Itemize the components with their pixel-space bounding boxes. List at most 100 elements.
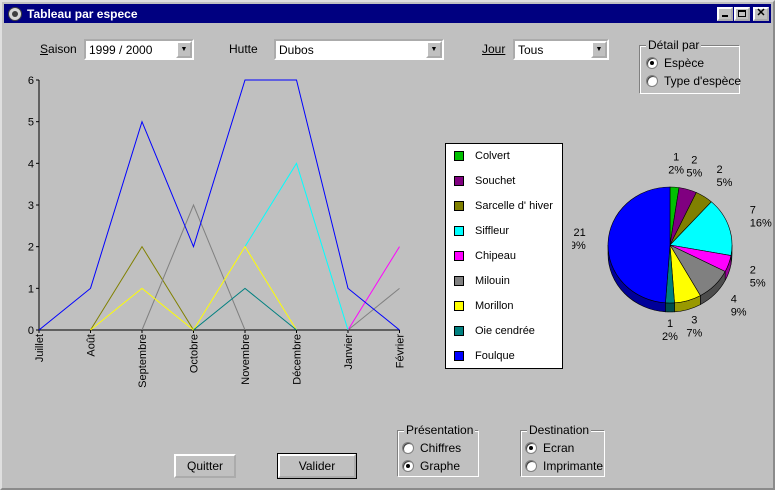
jour-select[interactable]: Tous ▼ (513, 39, 609, 60)
destination-title: Destination (527, 423, 592, 437)
legend-label: Oie cendrée (475, 325, 535, 337)
pie-value-label: 1 (667, 318, 673, 330)
legend-swatch (454, 251, 464, 261)
y-tick-label: 6 (28, 75, 34, 87)
maximize-button[interactable] (734, 6, 750, 21)
radio-dot[interactable] (525, 442, 537, 454)
window-title: Tableau par espece (27, 6, 138, 21)
radio-dot[interactable] (646, 57, 658, 69)
legend-swatch (454, 151, 464, 161)
legend-item: Souchet (454, 175, 515, 187)
minimize-button[interactable] (717, 6, 733, 21)
pie-percent-label: 5% (717, 177, 733, 189)
pie-percent-label: 7% (686, 328, 702, 340)
presentation-group: Présentation Chiffres Graphe (397, 423, 479, 477)
series-line-chipeau (347, 246, 400, 331)
radio-imprimante[interactable]: Imprimante (525, 459, 603, 473)
pie-percent-label: 5% (750, 277, 766, 289)
legend-swatch (454, 276, 464, 286)
radio-dot[interactable] (525, 460, 537, 472)
chevron-down-icon[interactable]: ▼ (176, 41, 192, 58)
pie-value-label: 2 (717, 164, 723, 176)
legend-item: Sarcelle d' hiver (454, 200, 553, 212)
pie-chart: 12%25%25%716%25%49%37%12%2149% (572, 151, 772, 343)
legend-swatch (454, 301, 464, 311)
app-icon[interactable] (8, 6, 22, 21)
series-line-milouin (141, 203, 246, 331)
saison-value: 1999 / 2000 (89, 43, 153, 57)
pie-percent-label: 16% (750, 218, 772, 230)
pie-value-label: 1 (673, 151, 679, 163)
legend-swatch (454, 351, 464, 361)
legend-label: Morillon (475, 300, 514, 312)
legend-item: Oie cendrée (454, 325, 535, 337)
hutte-value: Dubos (279, 43, 314, 57)
pie-percent-label: 2% (662, 331, 678, 343)
validate-button[interactable]: Valider (277, 453, 357, 479)
y-tick-label: 4 (28, 158, 34, 170)
radio-dot[interactable] (402, 442, 414, 454)
legend-label: Siffleur (475, 225, 510, 237)
legend-label: Foulque (475, 350, 515, 362)
chart-legend: Colvert Souchet Sarcelle d' hiver Siffleur C… (445, 143, 563, 369)
legend-item: Morillon (454, 300, 514, 312)
pie-value-label: 7 (750, 205, 756, 217)
y-tick-label: 1 (28, 283, 34, 295)
radio-espece[interactable]: Espèce (646, 56, 704, 70)
series-line-siffleur (244, 162, 349, 331)
x-tick-label: Janvier (343, 334, 355, 370)
chevron-down-icon[interactable]: ▼ (591, 41, 607, 58)
radio-graphe[interactable]: Graphe (402, 459, 460, 473)
jour-label: Jour (482, 42, 506, 56)
pie-value-label: 2 (691, 154, 697, 166)
quit-button[interactable]: Quitter (174, 454, 236, 478)
pie-side-oie-cendr-e (665, 302, 675, 313)
radio-type-espece[interactable]: Type d'espèce (646, 74, 741, 88)
legend-swatch (454, 326, 464, 336)
pie-percent-label: 9% (731, 307, 747, 319)
app-window: Tableau par espece ✕ Saison 1999 / 2000 … (0, 0, 775, 490)
radio-dot[interactable] (646, 75, 658, 87)
x-tick-label: Septembre (137, 334, 149, 388)
radio-chiffres[interactable]: Chiffres (402, 441, 461, 455)
pie-percent-label: 5% (686, 167, 702, 179)
pie-value-label: 2 (750, 264, 756, 276)
saison-select[interactable]: 1999 / 2000 ▼ (84, 39, 194, 60)
radio-dot[interactable] (402, 460, 414, 472)
chevron-down-icon[interactable]: ▼ (426, 41, 442, 58)
pie-value-label: 3 (691, 315, 697, 327)
presentation-title: Présentation (404, 423, 476, 437)
series-line-morillon (90, 245, 297, 331)
legend-item: Foulque (454, 350, 515, 362)
x-tick-label: Décembre (292, 334, 304, 385)
jour-value: Tous (518, 43, 544, 57)
y-tick-label: 2 (28, 242, 34, 254)
close-button[interactable]: ✕ (753, 6, 769, 21)
legend-label: Colvert (475, 150, 510, 162)
legend-swatch (454, 201, 464, 211)
detail-par-title: Détail par (646, 38, 702, 52)
legend-item: Siffleur (454, 225, 509, 237)
destination-group: Destination Ecran Imprimante (520, 423, 605, 477)
x-tick-label: Août (86, 334, 98, 357)
hutte-select[interactable]: Dubos ▼ (274, 39, 444, 60)
legend-item: Chipeau (454, 250, 516, 262)
legend-label: Sarcelle d' hiver (475, 200, 553, 212)
legend-swatch (454, 176, 464, 186)
pie-value-label: 21 (573, 227, 585, 239)
legend-label: Souchet (475, 175, 516, 187)
hutte-label: Hutte (229, 42, 258, 56)
series-line-oie-cendr-e (193, 287, 297, 331)
x-tick-label: Juillet (34, 334, 46, 362)
pie-percent-label: 2% (668, 164, 684, 176)
pie-value-label: 4 (731, 294, 737, 306)
pie-slice-foulque (607, 186, 671, 304)
series-line-foulque (38, 79, 400, 331)
radio-ecran[interactable]: Ecran (525, 441, 574, 455)
title-bar[interactable]: Tableau par espece ✕ (4, 4, 771, 23)
x-tick-label: Février (395, 334, 407, 369)
x-tick-label: Octobre (189, 334, 201, 373)
close-icon: ✕ (756, 7, 766, 19)
pie-percent-label: 49% (572, 240, 586, 252)
legend-label: Milouin (475, 275, 510, 287)
